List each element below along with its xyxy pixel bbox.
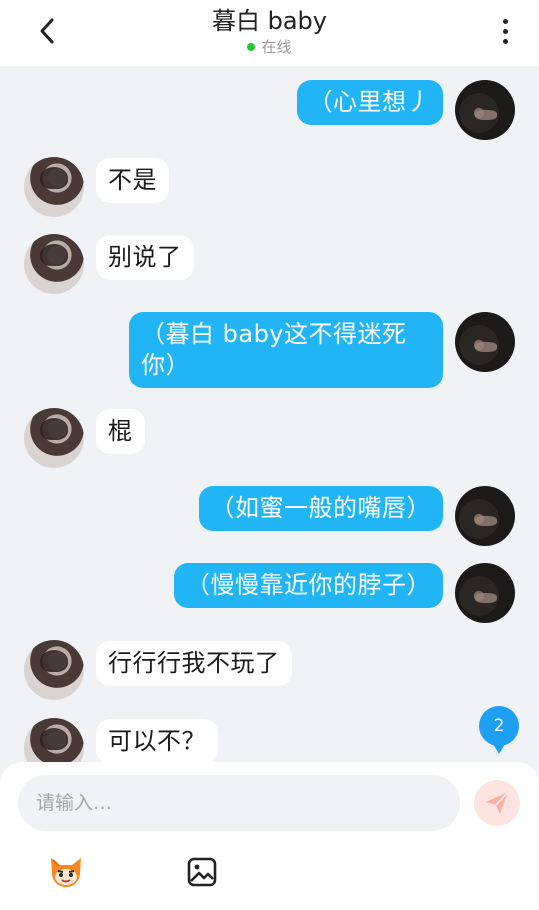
contact-avatar[interactable] [24,234,84,294]
message-bubble[interactable]: （暮白 baby这不得迷死 你） [129,312,443,388]
message-text: （暮白 baby这不得迷死 [141,320,407,348]
message-text: （心里想丿 [308,88,431,116]
sticker-icon [51,858,81,887]
message-bubble[interactable]: 可以不？ [96,719,218,764]
message-bubble[interactable]: 棍 [96,409,145,454]
message-composer [0,762,539,910]
message-bubble[interactable]: 不是 [96,158,169,203]
message-bubble[interactable]: 行行行我不玩了 [96,641,292,686]
message-text: 棍 [108,417,133,445]
message-text: （如蜜一般的嘴唇） [210,494,431,522]
more-dot-icon [502,18,508,24]
more-button[interactable] [493,14,517,48]
message-text: （慢慢靠近你的脖子） [186,571,431,599]
message-text: 不是 [108,166,157,194]
send-button[interactable] [474,780,520,826]
more-dot-icon [502,28,508,34]
image-icon [187,857,217,887]
more-dot-icon [502,38,508,44]
my-avatar[interactable] [455,563,515,623]
message-text: 可以不？ [108,727,206,755]
contact-avatar[interactable] [24,408,84,468]
online-status: 在线 [247,37,292,57]
contact-avatar[interactable] [24,640,84,700]
message-bubble[interactable]: （如蜜一般的嘴唇） [198,486,443,531]
message-bubble[interactable]: （心里想丿 [296,80,443,125]
message-text: 别说了 [108,243,182,271]
contact-avatar[interactable] [24,157,84,217]
my-avatar[interactable] [455,80,515,140]
online-dot-icon [247,43,256,51]
message-text: 行行行我不玩了 [108,649,280,677]
unread-count-badge[interactable]: 2 [479,706,519,754]
title-area: 暮白 baby 在线 [0,6,539,57]
image-button[interactable] [182,852,222,892]
sticker-button[interactable] [46,852,86,892]
online-status-label: 在线 [261,38,292,56]
unread-count: 2 [493,716,505,736]
my-avatar[interactable] [455,486,515,546]
message-bubble[interactable]: （慢慢靠近你的脖子） [174,563,443,608]
message-text: 你） [141,351,190,379]
chat-title: 暮白 baby [211,7,327,35]
send-icon [486,791,509,814]
message-bubble[interactable]: 别说了 [96,235,194,280]
chat-header: 暮白 baby 在线 [0,0,539,66]
my-avatar[interactable] [455,312,515,372]
message-input[interactable] [18,775,460,831]
